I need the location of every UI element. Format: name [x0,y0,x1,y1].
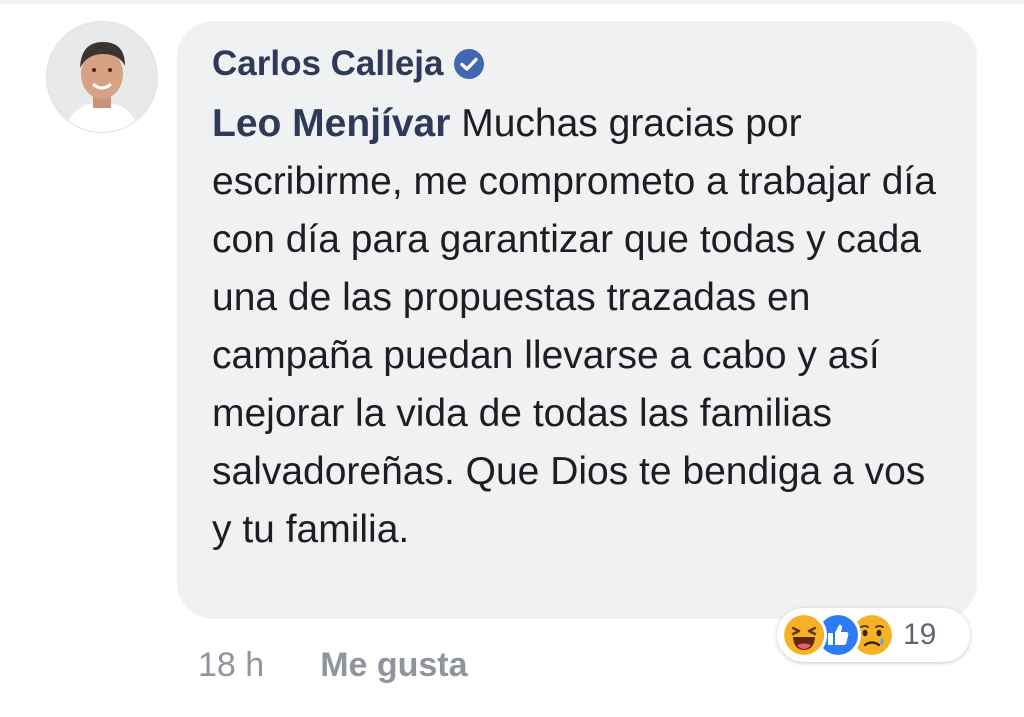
comment-screen: Carlos Calleja Leo Menjívar Muchas graci… [0,0,1024,717]
haha-reaction-icon [781,612,827,658]
comment-text: Leo Menjívar Muchas gracias por escribir… [212,95,952,559]
like-button[interactable]: Me gusta [320,646,467,685]
avatar[interactable] [46,21,158,133]
comment-bubble: Carlos Calleja Leo Menjívar Muchas graci… [177,21,977,619]
reaction-count: 19 [903,618,937,651]
top-divider [0,0,1024,4]
comment-actions: 18 h Me gusta [198,640,468,690]
avatar-photo-icon [47,22,157,132]
comment-body: Muchas gracias por escribirme, me compro… [212,102,936,551]
reactions-summary[interactable]: 19 [777,608,970,662]
mention-link[interactable]: Leo Menjívar [212,102,450,145]
author-row: Carlos Calleja [212,39,947,89]
author-name[interactable]: Carlos Calleja [212,44,444,84]
verified-badge-icon [453,48,485,80]
timestamp[interactable]: 18 h [198,646,264,685]
